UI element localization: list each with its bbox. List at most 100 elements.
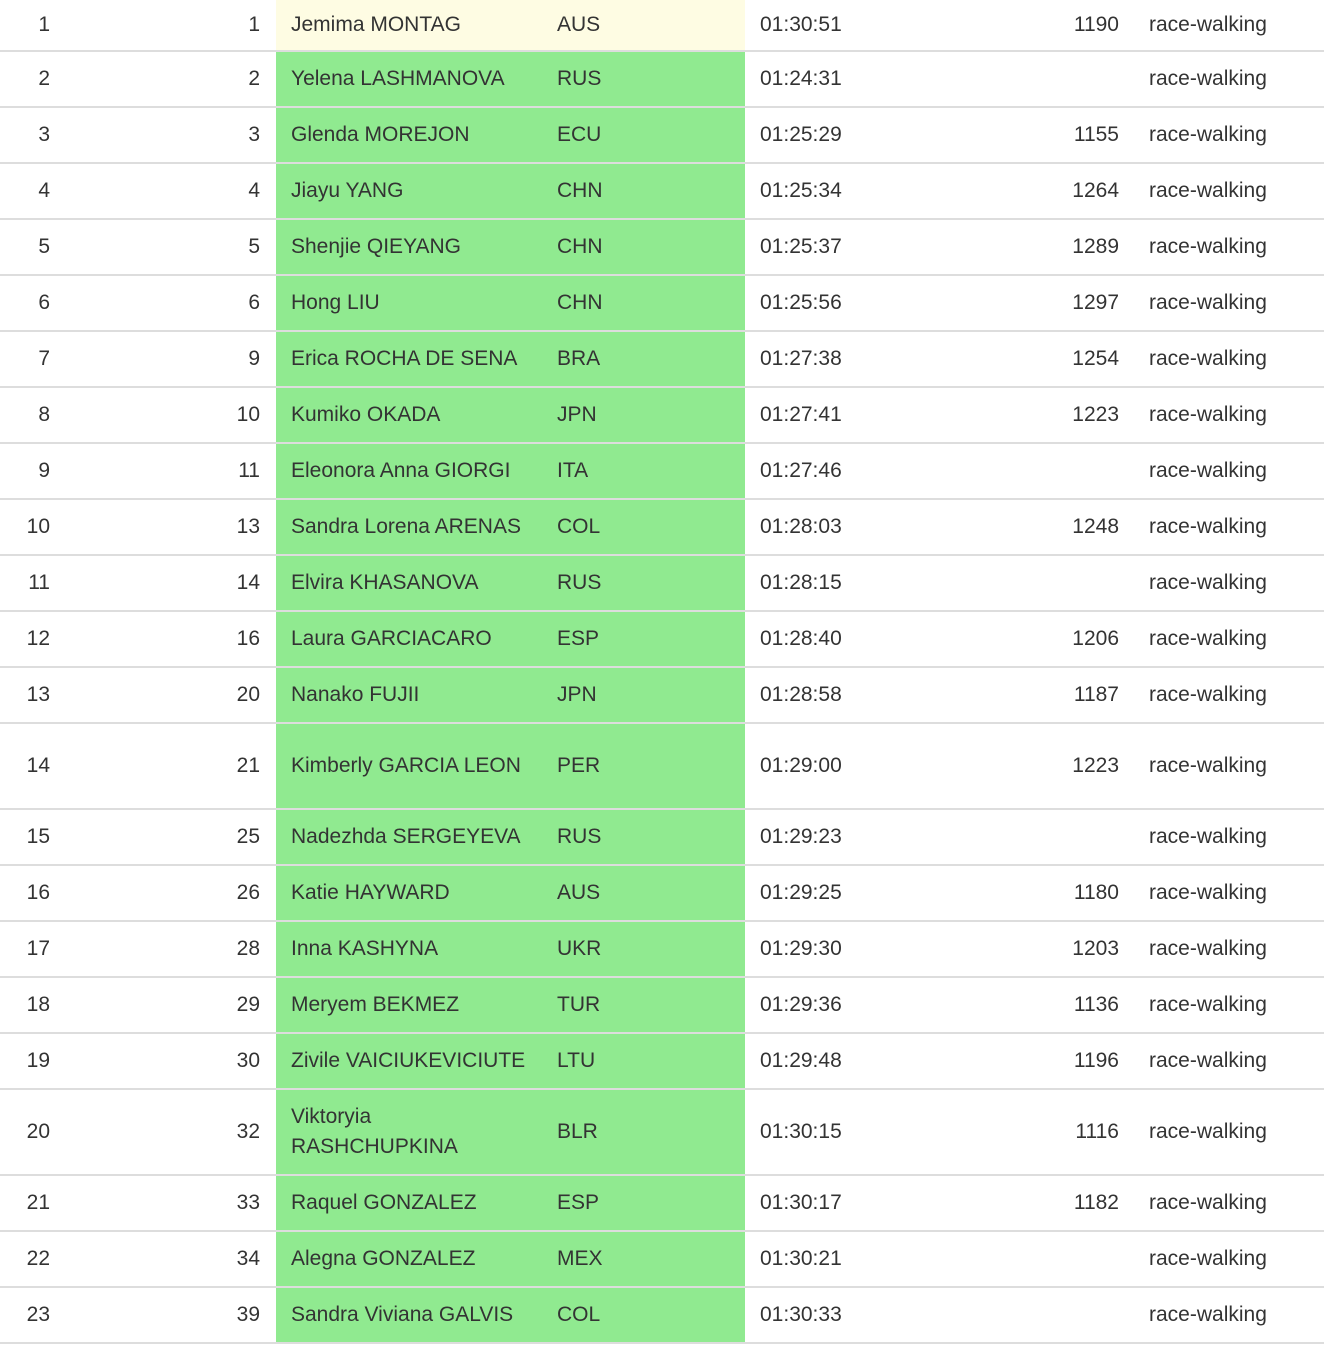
nationality-cell: BRA <box>542 331 745 388</box>
event-cell: race-walking <box>1149 555 1324 612</box>
nationality-cell: AUS <box>542 865 745 922</box>
results-table: 1 1 Jemima MONTAG AUS 01:30:51 1190 race-walki… <box>0 0 1324 1344</box>
table-row: 17 28 Inna KASHYNA UKR 01:29:30 1203 race-walk… <box>0 921 1324 978</box>
event-cell: race-walking <box>1149 921 1324 978</box>
athlete-name-cell: Yelena LASHMANOVA <box>276 51 542 108</box>
result-time-cell: 01:25:29 <box>745 107 946 164</box>
event-cell: race-walking <box>1149 107 1324 164</box>
athlete-name-cell: Shenjie QIEYANG <box>276 219 542 276</box>
athlete-name-cell: Nadezhda SERGEYEVA <box>276 809 542 866</box>
athlete-name-cell: Laura GARCIACARO <box>276 611 542 668</box>
result-time-cell: 01:29:00 <box>745 723 946 810</box>
rank-cell: 13 <box>58 499 276 556</box>
athlete-name-cell: Erica ROCHA DE SENA <box>276 331 542 388</box>
points-cell: 1180 <box>946 865 1149 922</box>
table-row: 5 5 Shenjie QIEYANG CHN 01:25:37 1289 race-wal… <box>0 219 1324 276</box>
nationality-cell: RUS <box>542 555 745 612</box>
rank-cell: 21 <box>58 723 276 810</box>
rank-cell: 25 <box>58 809 276 866</box>
row-index-cell: 14 <box>0 723 58 810</box>
athlete-name-cell: Inna KASHYNA <box>276 921 542 978</box>
rank-cell: 11 <box>58 443 276 500</box>
rank-cell: 39 <box>58 1287 276 1344</box>
table-row: 15 25 Nadezhda SERGEYEVA RUS 01:29:23 race-wa… <box>0 809 1324 866</box>
points-cell: 1203 <box>946 921 1149 978</box>
event-cell: race-walking <box>1149 809 1324 866</box>
nationality-cell: ECU <box>542 107 745 164</box>
nationality-cell: ITA <box>542 443 745 500</box>
athlete-name-cell: Alegna GONZALEZ <box>276 1231 542 1288</box>
rank-cell: 5 <box>58 219 276 276</box>
athlete-name-cell: Zivile VAICIUKEVICIUTE <box>276 1033 542 1090</box>
table-row: 3 3 Glenda MOREJON ECU 01:25:29 1155 race-walk… <box>0 107 1324 164</box>
table-row: 6 6 Hong LIU CHN 01:25:56 1297 race-walking <box>0 275 1324 332</box>
points-cell <box>946 51 1149 108</box>
points-cell <box>946 443 1149 500</box>
athlete-name-cell: Jemima MONTAG <box>276 0 542 52</box>
row-index-cell: 12 <box>0 611 58 668</box>
event-cell: race-walking <box>1149 443 1324 500</box>
result-time-cell: 01:30:51 <box>745 0 946 52</box>
points-cell: 1196 <box>946 1033 1149 1090</box>
event-cell: race-walking <box>1149 499 1324 556</box>
rank-cell: 30 <box>58 1033 276 1090</box>
table-row: 18 29 Meryem BEKMEZ TUR 01:29:36 1136 race-wal… <box>0 977 1324 1034</box>
event-cell: race-walking <box>1149 331 1324 388</box>
result-time-cell: 01:28:15 <box>745 555 946 612</box>
rank-cell: 28 <box>58 921 276 978</box>
points-cell: 1155 <box>946 107 1149 164</box>
athlete-name-cell: Meryem BEKMEZ <box>276 977 542 1034</box>
row-index-cell: 17 <box>0 921 58 978</box>
event-cell: race-walking <box>1149 977 1324 1034</box>
rank-cell: 2 <box>58 51 276 108</box>
row-index-cell: 4 <box>0 163 58 220</box>
points-cell: 1206 <box>946 611 1149 668</box>
table-row: 10 13 Sandra Lorena ARENAS COL 01:28:03 1248 r… <box>0 499 1324 556</box>
nationality-cell: TUR <box>542 977 745 1034</box>
athlete-name-cell: Sandra Lorena ARENAS <box>276 499 542 556</box>
points-cell: 1289 <box>946 219 1149 276</box>
rank-cell: 9 <box>58 331 276 388</box>
table-row: 20 32 Viktoryia RASHCHUPKINA BLR 01:30:15 111… <box>0 1089 1324 1176</box>
nationality-cell: LTU <box>542 1033 745 1090</box>
rank-cell: 10 <box>58 387 276 444</box>
result-time-cell: 01:30:21 <box>745 1231 946 1288</box>
event-cell: race-walking <box>1149 865 1324 922</box>
row-index-cell: 13 <box>0 667 58 724</box>
points-cell: 1190 <box>946 0 1149 52</box>
result-time-cell: 01:24:31 <box>745 51 946 108</box>
event-cell: race-walking <box>1149 1231 1324 1288</box>
result-time-cell: 01:25:37 <box>745 219 946 276</box>
result-time-cell: 01:27:46 <box>745 443 946 500</box>
rank-cell: 4 <box>58 163 276 220</box>
nationality-cell: AUS <box>542 0 745 52</box>
table-row: 8 10 Kumiko OKADA JPN 01:27:41 1223 race-walki… <box>0 387 1324 444</box>
points-cell: 1182 <box>946 1175 1149 1232</box>
row-index-cell: 21 <box>0 1175 58 1232</box>
nationality-cell: BLR <box>542 1089 745 1176</box>
row-index-cell: 8 <box>0 387 58 444</box>
result-time-cell: 01:29:36 <box>745 977 946 1034</box>
points-cell: 1297 <box>946 275 1149 332</box>
result-time-cell: 01:27:38 <box>745 331 946 388</box>
athlete-name-cell: Katie HAYWARD <box>276 865 542 922</box>
result-time-cell: 01:27:41 <box>745 387 946 444</box>
table-row: 21 33 Raquel GONZALEZ ESP 01:30:17 1182 race-w… <box>0 1175 1324 1232</box>
row-index-cell: 20 <box>0 1089 58 1176</box>
event-cell: race-walking <box>1149 387 1324 444</box>
table-row: 2 2 Yelena LASHMANOVA RUS 01:24:31 race-walki… <box>0 51 1324 108</box>
points-cell: 1116 <box>946 1089 1149 1176</box>
nationality-cell: UKR <box>542 921 745 978</box>
rank-cell: 16 <box>58 611 276 668</box>
table-row: 14 21 Kimberly GARCIA LEON PER 01:29:00 1223 r… <box>0 723 1324 810</box>
points-cell: 1254 <box>946 331 1149 388</box>
athlete-name-cell: Viktoryia RASHCHUPKINA <box>276 1089 542 1176</box>
athlete-name-cell: Nanako FUJII <box>276 667 542 724</box>
points-cell: 1248 <box>946 499 1149 556</box>
result-time-cell: 01:29:48 <box>745 1033 946 1090</box>
row-index-cell: 22 <box>0 1231 58 1288</box>
rank-cell: 32 <box>58 1089 276 1176</box>
event-cell: race-walking <box>1149 667 1324 724</box>
event-cell: race-walking <box>1149 611 1324 668</box>
athlete-name-cell: Hong LIU <box>276 275 542 332</box>
